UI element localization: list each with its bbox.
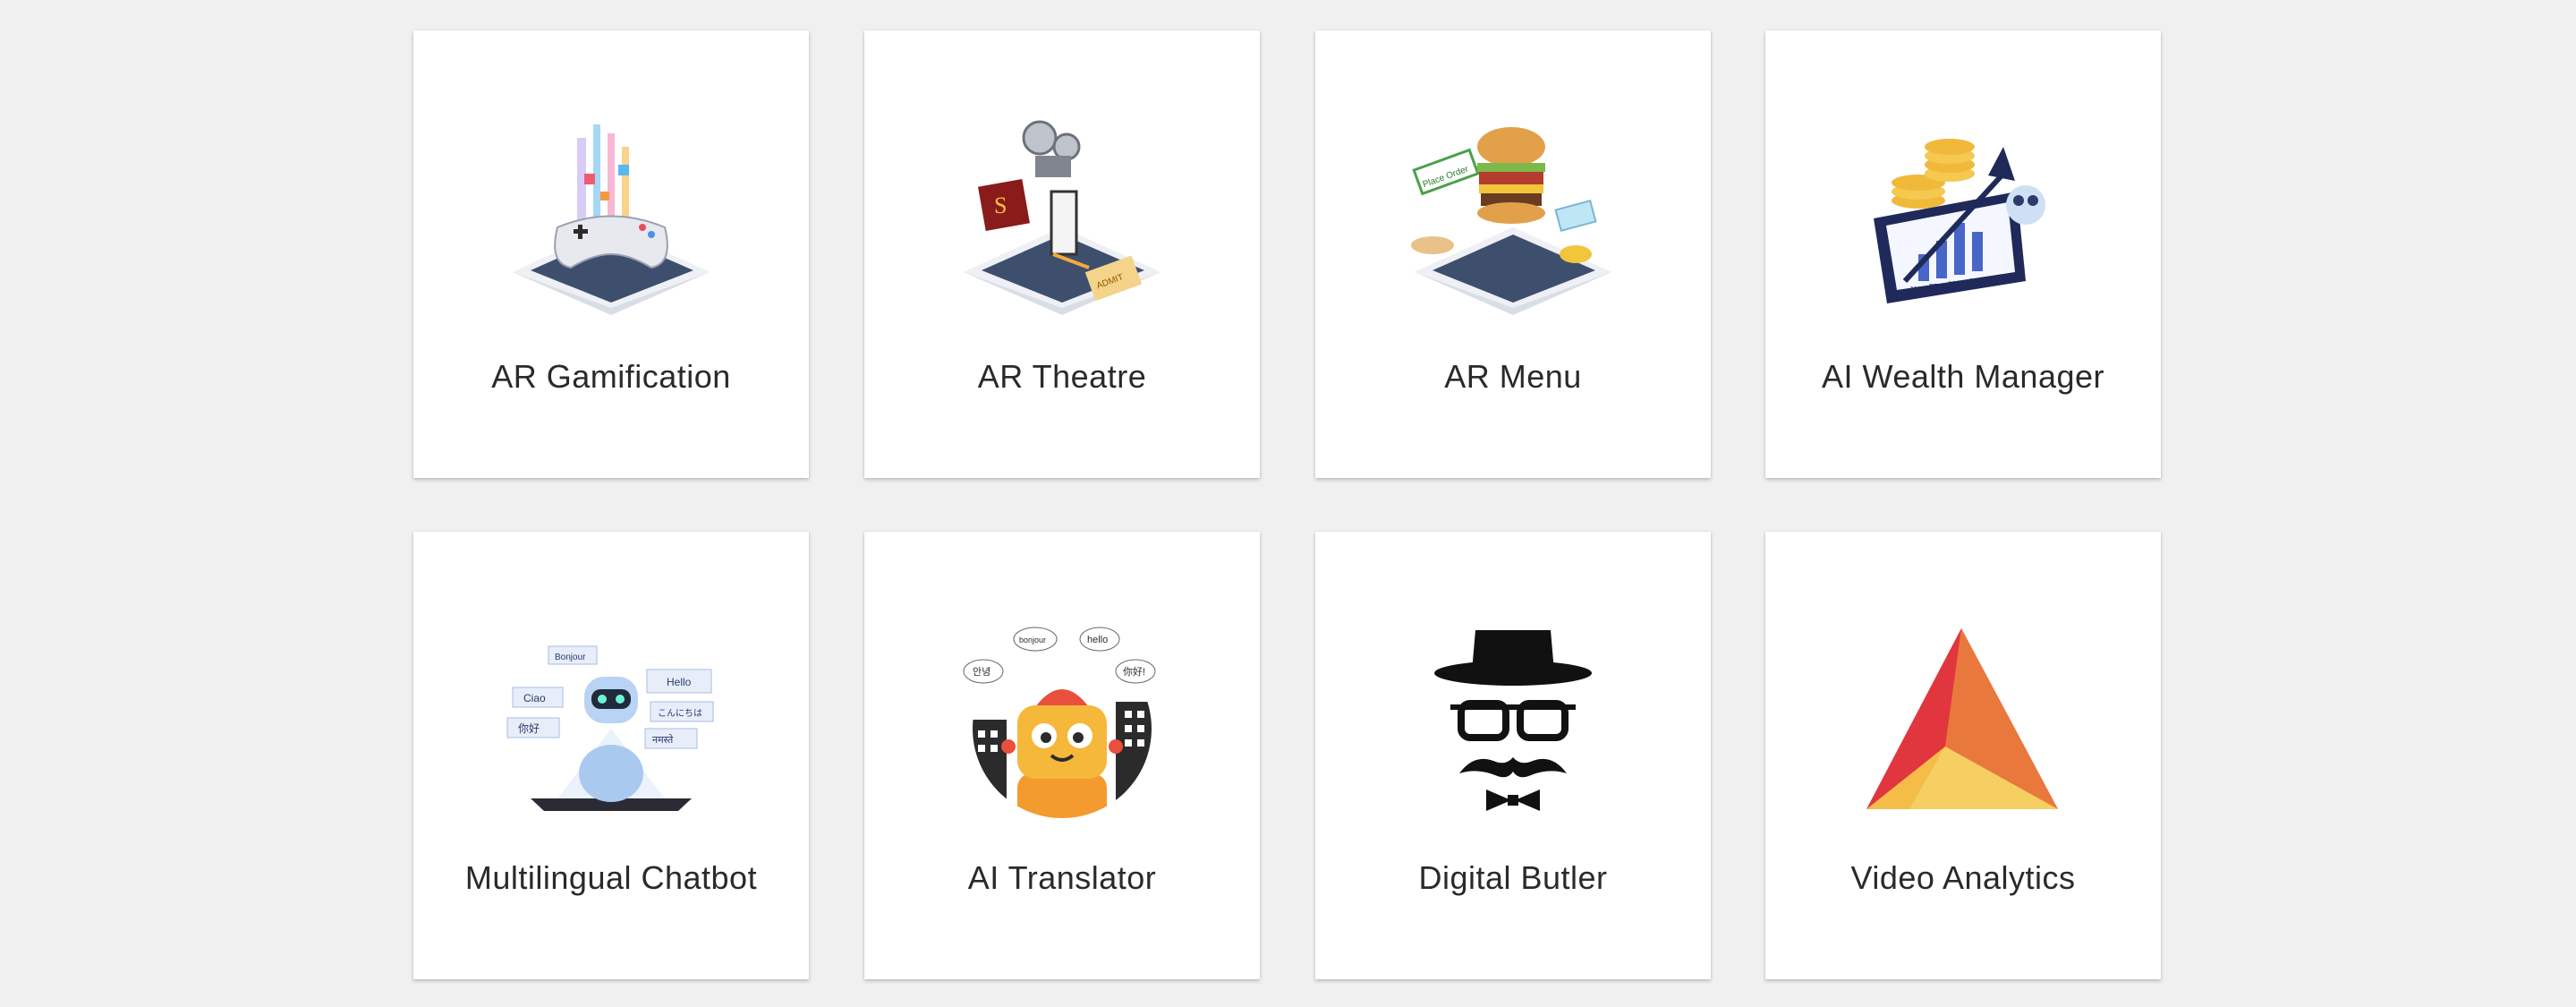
- video-analytics-icon: [1765, 621, 2161, 818]
- svg-text:안녕: 안녕: [973, 666, 990, 678]
- ar-theatre-icon: S ADMIT: [864, 120, 1260, 317]
- card-title: AI Wealth Manager: [1822, 358, 2104, 395]
- card-title: AR Theatre: [977, 358, 1147, 395]
- card-ar-gamification[interactable]: AR Gamification: [413, 30, 809, 478]
- svg-text:Bonjour: Bonjour: [555, 653, 586, 662]
- card-title: AR Gamification: [491, 358, 731, 395]
- card-ai-translator[interactable]: 안녕 bonjour hello 你好! AI Translator: [864, 532, 1260, 979]
- multilingual-chatbot-icon: Ciao 你好 Bonjour Hello こんにちは नमस्ते: [413, 621, 809, 818]
- svg-text:こんにちは: こんにちは: [658, 708, 702, 719]
- ai-translator-icon: 안녕 bonjour hello 你好!: [864, 621, 1260, 818]
- card-video-analytics[interactable]: Video Analytics: [1765, 532, 2161, 979]
- card-multilingual-chatbot[interactable]: Ciao 你好 Bonjour Hello こんにちは नमस्ते Multi…: [413, 532, 809, 979]
- card-title: Digital Butler: [1418, 859, 1608, 896]
- card-ai-wealth-manager[interactable]: JAN FEB MAR APR AI Wealth Manager: [1765, 30, 2161, 478]
- svg-text:MAR: MAR: [1949, 280, 1965, 288]
- card-ar-theatre[interactable]: S ADMIT AR Theatre: [864, 30, 1260, 478]
- ar-gamification-icon: [413, 120, 809, 317]
- card-title: AI Translator: [967, 859, 1157, 896]
- svg-text:नमस्ते: नमस्ते: [652, 734, 674, 746]
- card-digital-butler[interactable]: Digital Butler: [1315, 532, 1711, 979]
- svg-text:你好: 你好: [518, 722, 540, 735]
- card-ar-menu[interactable]: Place Order AR Menu: [1315, 30, 1711, 478]
- svg-text:bonjour: bonjour: [1019, 636, 1046, 644]
- card-title: Multilingual Chatbot: [464, 859, 758, 896]
- svg-text:JAN: JAN: [1909, 286, 1923, 294]
- digital-butler-icon: [1315, 621, 1711, 818]
- svg-text:FEB: FEB: [1929, 283, 1943, 291]
- solutions-grid: AR Gamification S ADMIT AR Theatre Place…: [0, 0, 2576, 1007]
- svg-text:Ciao: Ciao: [523, 692, 546, 704]
- ar-menu-icon: Place Order: [1315, 120, 1711, 317]
- ai-wealth-manager-icon: JAN FEB MAR APR: [1765, 120, 2161, 317]
- svg-text:你好!: 你好!: [1123, 665, 1145, 678]
- svg-text:hello: hello: [1087, 635, 1108, 645]
- card-title: Video Analytics: [1850, 859, 2076, 896]
- svg-text:Hello: Hello: [667, 676, 692, 688]
- svg-text:S: S: [994, 192, 1007, 218]
- card-title: AR Menu: [1444, 358, 1582, 395]
- svg-text:APR: APR: [1968, 277, 1984, 286]
